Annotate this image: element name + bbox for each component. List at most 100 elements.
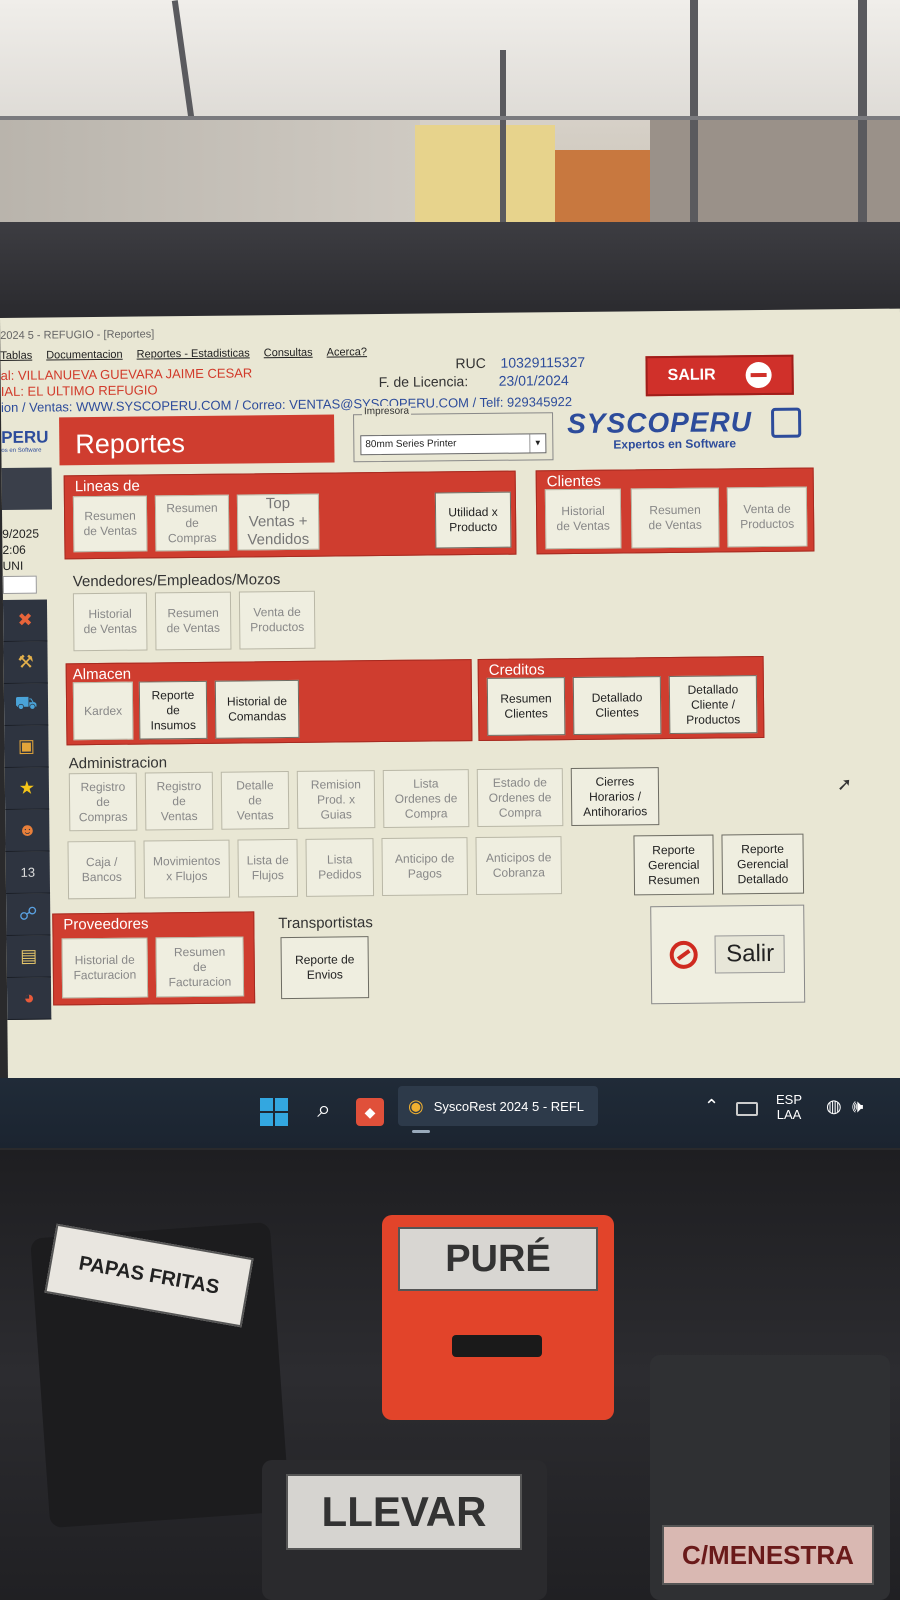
group-creditos-title: Creditos	[488, 661, 545, 679]
reporte-gerencial-detallado-button[interactable]: Reporte Gerencial Detallado	[721, 833, 805, 895]
group-clientes: Clientes Historial de Ventas Resumen de …	[535, 467, 815, 555]
menu-tablas[interactable]: Tablas	[0, 350, 32, 362]
admin-detalle-ventas-button[interactable]: Detalle de Ventas	[220, 771, 290, 830]
creditos-resumen-clientes-button[interactable]: Resumen Clientes	[486, 677, 566, 736]
admin-registro-ventas-button[interactable]: Registro de Ventas	[144, 771, 214, 831]
admin-lista-pedidos-button[interactable]: Lista Pedidos	[305, 838, 375, 897]
people-icon[interactable]: ☻	[5, 809, 50, 852]
sidebar-input[interactable]	[2, 575, 37, 594]
start-button[interactable]	[260, 1098, 288, 1126]
clientes-venta-productos-button[interactable]: Venta de Productos	[726, 486, 808, 548]
stamp-label: LLEVAR	[286, 1474, 522, 1550]
lang-bottom: LAA	[776, 1107, 802, 1122]
truck-icon[interactable]: ⛟	[3, 683, 49, 726]
keyboard-icon[interactable]	[736, 1102, 758, 1116]
group-proveedores: Proveedores Historial de Facturacion Res…	[52, 911, 256, 1006]
menu-reportes[interactable]: Reportes - Estadisticas	[137, 347, 250, 360]
network-icon[interactable]: ◍	[826, 1096, 842, 1117]
notebook-icon[interactable]: ▤	[6, 935, 51, 978]
brand-tagline: Expertos en Software	[613, 436, 737, 452]
lineas-top-ventas-button[interactable]: Top Ventas + Vendidos	[236, 493, 320, 551]
calendar-icon[interactable]: 13	[5, 851, 51, 894]
almacen-kardex-button[interactable]: Kardex	[72, 681, 134, 741]
sidebar-user: UNI	[2, 558, 24, 573]
salir-top-button[interactable]: SALIR	[645, 354, 794, 397]
group-vendedores-title: Vendedores/Empleados/Mozos	[72, 571, 281, 591]
vendedores-resumen-ventas-button[interactable]: Resumen de Ventas	[154, 591, 232, 651]
box-icon[interactable]: ▣	[4, 725, 49, 768]
pie-chart-icon[interactable]: ◕	[6, 977, 52, 1020]
tent-pole	[500, 50, 506, 225]
pos-terminal-icon	[770, 407, 802, 438]
admin-cierres-horarios-button[interactable]: Cierres Horarios / Antihorarios	[570, 767, 660, 827]
proveedores-historial-facturacion-button[interactable]: Historial de Facturacion	[61, 937, 149, 999]
hammer-icon[interactable]: ⚒	[3, 641, 48, 684]
printer-group: Impresora 80mm Series Printer ▼	[353, 405, 554, 463]
stamp-slot	[452, 1335, 542, 1357]
printer-value: 80mm Series Printer	[365, 438, 457, 451]
star-icon[interactable]: ★	[4, 767, 50, 810]
search-icon[interactable]: ⌕	[308, 1094, 340, 1126]
admin-movimientos-flujos-button[interactable]: Movimientos x Flujos	[143, 839, 231, 899]
tent-pole	[690, 0, 698, 225]
menu-bar: Tablas Documentacion Reportes - Estadist…	[0, 346, 367, 362]
admin-remision-guias-button[interactable]: Remision Prod. x Guias	[296, 770, 376, 829]
taskbar-app-syscorest[interactable]: ◉ SyscoRest 2024 5 - REFL	[398, 1086, 598, 1126]
clientes-resumen-ventas-button[interactable]: Resumen de Ventas	[630, 487, 720, 549]
creditos-detallado-clientes-button[interactable]: Detallado Clientes	[572, 676, 662, 736]
salir-button[interactable]: Salir	[650, 904, 806, 1005]
admin-registro-compras-button[interactable]: Registro de Compras	[68, 772, 138, 832]
stamp-papas-fritas: PAPAS FRITAS	[30, 1221, 290, 1529]
owner-name: al: VILLANUEVA GUEVARA JAIME CESAR	[0, 365, 253, 383]
ruc-label: RUC	[455, 354, 486, 372]
prohibited-icon	[670, 940, 699, 970]
stamp-llevar: LLEVAR	[262, 1460, 547, 1600]
menu-acerca[interactable]: Acerca?	[327, 346, 367, 358]
admin-lista-ordenes-compra-button[interactable]: Lista Ordenes de Compra	[382, 769, 470, 829]
printer-select[interactable]: 80mm Series Printer ▼	[360, 433, 547, 456]
anydesk-icon[interactable]: ◆	[356, 1098, 384, 1126]
admin-anticipos-cobranza-button[interactable]: Anticipos de Cobranza	[475, 836, 563, 896]
admin-anticipo-pagos-button[interactable]: Anticipo de Pagos	[381, 837, 469, 897]
group-proveedores-title: Proveedores	[63, 915, 149, 934]
proveedores-resumen-facturacion-button[interactable]: Resumen de Facturacion	[155, 936, 245, 998]
active-indicator	[412, 1130, 430, 1133]
clientes-historial-ventas-button[interactable]: Historial de Ventas	[544, 488, 622, 550]
tools-icon[interactable]: ✖	[2, 599, 48, 642]
menu-consultas[interactable]: Consultas	[264, 347, 313, 360]
admin-lista-flujos-button[interactable]: Lista de Flujos	[237, 838, 299, 898]
volume-icon[interactable]: 🕪	[852, 1096, 863, 1117]
stamp-pure: PURÉ	[382, 1215, 614, 1420]
chevron-up-icon[interactable]: ⌃	[704, 1096, 719, 1117]
building	[415, 125, 555, 225]
menu-documentacion[interactable]: Documentacion	[46, 349, 123, 362]
almacen-reporte-insumos-button[interactable]: Reporte de Insumos	[138, 680, 208, 740]
tent-roof	[0, 0, 900, 120]
lineas-utilidad-producto-button[interactable]: Utilidad x Producto	[434, 491, 512, 549]
sidebar-panel	[1, 467, 53, 510]
almacen-historial-comandas-button[interactable]: Historial de Comandas	[214, 679, 300, 739]
stamp-menestra: C/MENESTRA	[650, 1355, 890, 1600]
lineas-resumen-compras-button[interactable]: Resumen de Compras	[154, 494, 230, 552]
sidebar-toolbar: ✖ ⚒ ⛟ ▣ ★ ☻ 13 ☍ ▤ ◕	[2, 599, 52, 1020]
sidebar-logo: PERU	[1, 427, 49, 447]
group-almacen: Almacen Kardex Reporte de Insumos Histor…	[65, 659, 473, 746]
reporte-gerencial-resumen-button[interactable]: Reporte Gerencial Resumen	[633, 834, 715, 896]
user-network-icon[interactable]: ☍	[6, 893, 51, 936]
lineas-resumen-ventas-button[interactable]: Resumen de Ventas	[72, 495, 148, 553]
minus-circle-icon	[745, 361, 772, 389]
transportistas-reporte-envios-button[interactable]: Reporte de Envios	[280, 936, 370, 1000]
sidebar-date: 9/2025	[2, 526, 40, 541]
vendedores-historial-ventas-button[interactable]: Historial de Ventas	[72, 592, 148, 652]
creditos-detallado-cliente-productos-button[interactable]: Detallado Cliente / Productos	[668, 675, 758, 735]
group-transportistas-title: Transportistas	[278, 914, 373, 933]
app-window: 2024 5 - REFUGIO - [Reportes] Tablas Doc…	[0, 308, 900, 1100]
branch-name: IAL: EL ULTIMO REFUGIO	[0, 382, 158, 399]
vendedores-venta-productos-button[interactable]: Venta de Productos	[238, 590, 316, 650]
language-indicator[interactable]: ESP LAA	[776, 1092, 802, 1122]
admin-estado-ordenes-compra-button[interactable]: Estado de Ordenes de Compra	[476, 768, 564, 828]
sidebar-time: 2:06	[2, 542, 26, 557]
admin-caja-bancos-button[interactable]: Caja / Bancos	[67, 840, 137, 900]
stamp-label: PURÉ	[398, 1227, 598, 1291]
taskbar-app-label: SyscoRest 2024 5 - REFL	[433, 1098, 585, 1114]
